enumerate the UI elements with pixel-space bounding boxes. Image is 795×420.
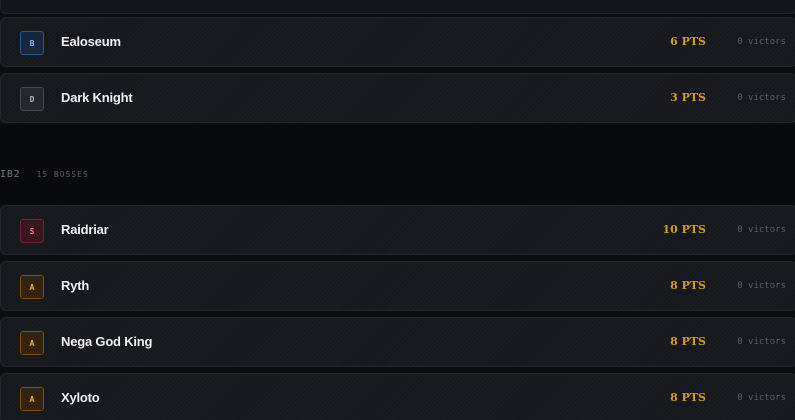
boss-row[interactable]: A Ryth 8 PTS 0 victors bbox=[0, 261, 795, 311]
section-boss-count: 15 BOSSES bbox=[36, 169, 89, 179]
boss-list-page: B Ealoseum 6 PTS 0 victors D Dark Knight… bbox=[0, 0, 795, 420]
boss-row[interactable]: D Dark Knight 3 PTS 0 victors bbox=[0, 73, 795, 123]
section-header[interactable]: IB2 15 BOSSES bbox=[0, 167, 89, 181]
section-code: IB2 bbox=[0, 168, 21, 180]
boss-name: Raidriar bbox=[61, 222, 109, 237]
boss-name: Nega God King bbox=[61, 334, 153, 349]
tier-badge: B bbox=[20, 31, 44, 55]
tier-badge: A bbox=[20, 331, 44, 355]
boss-victors: 0 victors bbox=[737, 225, 786, 235]
partial-boss-row[interactable] bbox=[0, 0, 795, 14]
boss-name: Xyloto bbox=[61, 390, 100, 405]
boss-points: 3 PTS bbox=[670, 91, 706, 104]
boss-points: 10 PTS bbox=[662, 223, 706, 236]
boss-row[interactable]: B Ealoseum 6 PTS 0 victors bbox=[0, 17, 795, 67]
tier-badge: S bbox=[20, 219, 44, 243]
boss-victors: 0 victors bbox=[737, 281, 786, 291]
tier-badge: D bbox=[20, 87, 44, 111]
boss-name: Ryth bbox=[61, 278, 90, 293]
section-divider bbox=[0, 125, 795, 204]
boss-victors: 0 victors bbox=[737, 37, 786, 47]
boss-name: Dark Knight bbox=[61, 90, 133, 105]
boss-row[interactable]: A Nega God King 8 PTS 0 victors bbox=[0, 317, 795, 367]
boss-victors: 0 victors bbox=[737, 393, 786, 403]
tier-badge: A bbox=[20, 387, 44, 411]
boss-row[interactable]: S Raidriar 10 PTS 0 victors bbox=[0, 205, 795, 255]
boss-victors: 0 victors bbox=[737, 337, 786, 347]
boss-points: 8 PTS bbox=[670, 279, 706, 292]
boss-points: 6 PTS bbox=[670, 35, 706, 48]
tier-badge: A bbox=[20, 275, 44, 299]
boss-points: 8 PTS bbox=[670, 391, 706, 404]
boss-victors: 0 victors bbox=[737, 93, 786, 103]
boss-name: Ealoseum bbox=[61, 34, 121, 49]
boss-points: 8 PTS bbox=[670, 335, 706, 348]
boss-row[interactable]: A Xyloto 8 PTS 0 victors bbox=[0, 373, 795, 420]
